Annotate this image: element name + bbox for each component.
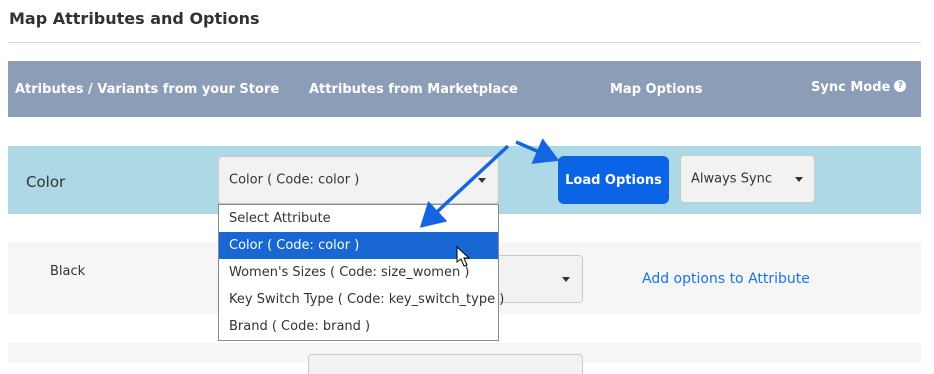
mouse-cursor-icon: [456, 245, 471, 267]
annotation-overlay: [419, 138, 560, 267]
annotation-arrow-to-load-button: [515, 138, 560, 164]
annotation-arrow-to-option: [419, 144, 510, 228]
